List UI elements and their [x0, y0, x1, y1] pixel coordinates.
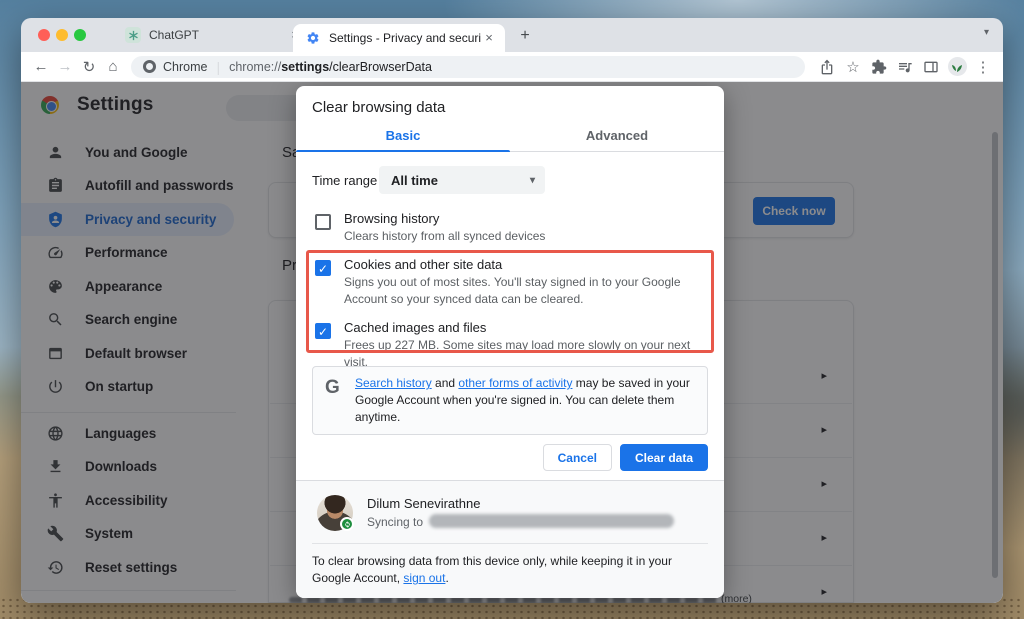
tab-title: ChatGPT — [149, 28, 287, 42]
macos-minimize-button[interactable] — [56, 29, 68, 41]
extensions-puzzle-icon[interactable] — [867, 55, 891, 79]
profile-avatar-image — [948, 57, 967, 76]
checkbox-description: Clears history from all synced devices — [344, 228, 708, 245]
tab-overflow-chevron-icon[interactable]: ▾ — [984, 27, 989, 38]
cancel-button[interactable]: Cancel — [543, 444, 612, 471]
sync-status-label: Syncing to — [367, 515, 423, 529]
macos-close-button[interactable] — [38, 29, 50, 41]
redacted-email — [429, 514, 674, 528]
tab-title: Settings - Privacy and security — [329, 31, 481, 45]
other-activity-link[interactable]: other forms of activity — [458, 376, 572, 390]
address-bar[interactable]: Chrome | chrome://settings/clearBrowserD… — [131, 56, 805, 78]
checkbox-description: Signs you out of most sites. You'll stay… — [344, 274, 708, 308]
back-button[interactable]: ← — [29, 55, 53, 79]
clear-data-button[interactable]: Clear data — [620, 444, 708, 471]
settings-gear-favicon-icon — [305, 30, 321, 46]
page-content: Settings You and Google Autofill and pas… — [21, 82, 1003, 603]
dialog-title: Clear browsing data — [312, 99, 445, 116]
reload-button[interactable]: ↻ — [77, 55, 101, 79]
dialog-buttons: Cancel Clear data — [543, 444, 708, 471]
tab-basic[interactable]: Basic — [296, 124, 510, 151]
checkbox-row-browsing-history: Browsing history Clears history from all… — [312, 211, 708, 245]
browser-window: ChatGPT × Settings - Privacy and securit… — [21, 18, 1003, 603]
side-panel-icon[interactable] — [919, 55, 943, 79]
tab-close-icon[interactable]: × — [481, 30, 497, 46]
browser-menu-icon[interactable]: ⋮ — [971, 55, 995, 79]
chatgpt-favicon-icon — [125, 27, 141, 43]
toolbar-actions: ☆ ⋮ — [813, 55, 995, 79]
time-range-select[interactable]: All time ▾ — [379, 166, 545, 194]
url-text: chrome://settings/clearBrowserData — [229, 60, 432, 74]
sign-out-footnote: To clear browsing data from this device … — [312, 553, 710, 587]
search-history-link[interactable]: Search history — [355, 376, 432, 390]
forward-button[interactable]: → — [53, 55, 77, 79]
browsing-history-checkbox[interactable] — [315, 214, 331, 230]
url-path: /clearBrowserData — [329, 60, 432, 74]
google-account-notice: G Search history and other forms of acti… — [312, 366, 708, 435]
sync-badge-icon — [340, 517, 354, 531]
address-separator: | — [216, 59, 220, 75]
checkbox-label: Cached images and files — [344, 320, 708, 335]
tab-advanced[interactable]: Advanced — [510, 124, 724, 151]
share-icon[interactable] — [815, 55, 839, 79]
url-scheme: chrome:// — [229, 60, 281, 74]
checkbox-row-cached-images: ✓ Cached images and files Frees up 227 M… — [312, 320, 708, 371]
time-range-value: All time — [391, 173, 438, 188]
time-range-label: Time range — [312, 173, 379, 188]
checkbox-label: Cookies and other site data — [344, 257, 708, 272]
profile-avatar[interactable] — [945, 55, 969, 79]
google-g-icon: G — [325, 377, 347, 426]
footer-divider — [312, 543, 708, 544]
tab-strip: ChatGPT × Settings - Privacy and securit… — [21, 18, 1003, 52]
notice-text: Search history and other forms of activi… — [355, 375, 697, 426]
tab-chatgpt[interactable]: ChatGPT × — [97, 18, 311, 52]
caret-down-icon: ▾ — [530, 175, 535, 186]
cookies-checkbox[interactable]: ✓ — [315, 260, 331, 276]
clear-browsing-data-dialog: Clear browsing data Basic Advanced Time … — [296, 86, 724, 598]
profile-name: Dilum Senevirathne — [367, 496, 480, 511]
macos-zoom-button[interactable] — [74, 29, 86, 41]
origin-label: Chrome — [163, 60, 207, 74]
home-button[interactable]: ⌂ — [101, 55, 125, 79]
dialog-footer: Dilum Senevirathne Syncing to To clear b… — [296, 480, 724, 598]
dialog-tabs: Basic Advanced — [296, 124, 724, 152]
bookmark-star-icon[interactable]: ☆ — [841, 55, 865, 79]
new-tab-button[interactable]: + — [515, 26, 535, 46]
media-controls-icon[interactable] — [893, 55, 917, 79]
browser-toolbar: ← → ↻ ⌂ Chrome | chrome://settings/clear… — [21, 52, 1003, 82]
url-host: settings — [281, 60, 329, 74]
chrome-origin-icon — [143, 60, 156, 73]
tab-settings-privacy[interactable]: Settings - Privacy and security × — [293, 24, 505, 52]
sign-out-link[interactable]: sign out — [403, 571, 445, 585]
cached-images-checkbox[interactable]: ✓ — [315, 323, 331, 339]
checkbox-row-cookies: ✓ Cookies and other site data Signs you … — [312, 257, 708, 308]
checkbox-label: Browsing history — [344, 211, 708, 226]
time-range-row: Time range All time ▾ — [312, 166, 545, 194]
